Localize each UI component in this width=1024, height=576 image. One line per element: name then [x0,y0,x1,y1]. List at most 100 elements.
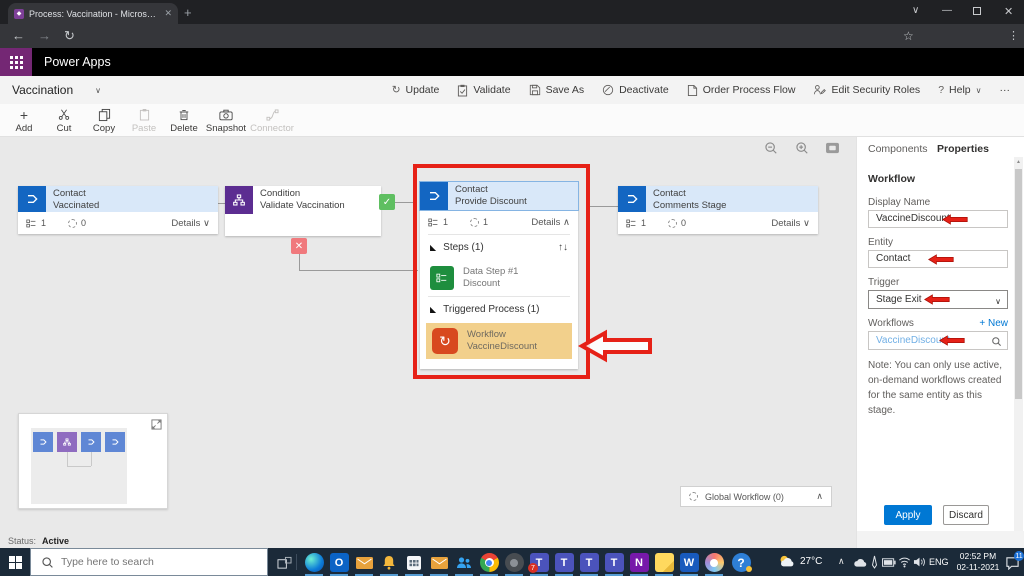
panel-scrollbar[interactable]: ▲ [1014,157,1023,542]
temperature-label[interactable]: 27°C [800,556,822,567]
stage-icon [618,186,646,212]
task-view-button[interactable] [272,549,296,576]
new-workflow-link[interactable]: + New [979,318,1008,329]
chrome-icon [480,553,499,572]
update-button[interactable]: ↻Update [392,84,440,96]
taskbar-search[interactable] [30,548,268,576]
deactivate-button[interactable]: Deactivate [602,84,669,96]
zoom-out-icon[interactable] [764,141,778,155]
minimap-condition [57,432,77,452]
chevron-up-icon[interactable]: ∧ [816,491,823,502]
annotation-arrow-display-name [942,214,968,225]
forward-button[interactable]: → [38,28,51,43]
window-chevron-icon[interactable]: ∨ [912,5,919,16]
browser-menu-icon[interactable]: ⋮ [1008,29,1019,42]
onenote-icon: N [630,553,649,572]
annotation-arrow-entity [928,254,954,265]
pen-icon[interactable] [870,555,879,569]
bookmark-star-icon[interactable]: ☆ [903,29,914,43]
taskbar-mail-2[interactable] [427,549,451,576]
new-tab-button[interactable]: + [184,5,192,20]
taskbar-word[interactable]: W [677,549,701,576]
taskbar-edge[interactable] [302,549,326,576]
wifi-icon[interactable] [898,556,911,568]
taskbar-calendar[interactable] [402,549,426,576]
window-minimize-button[interactable]: — [942,5,952,16]
details-toggle[interactable]: Details ∨ [771,218,810,229]
snapshot-button[interactable]: Snapshot [204,105,248,134]
add-button[interactable]: +Add [4,105,44,134]
window-maximize-button[interactable] [973,7,981,15]
workflow-lookup-input[interactable]: VaccineDiscount [868,331,1008,350]
details-toggle[interactable]: Details ∨ [171,218,210,229]
battery-icon[interactable] [882,558,896,567]
process-switcher[interactable]: Vaccination ∨ [12,76,101,104]
connector-line [590,206,618,207]
order-process-flow-button[interactable]: Order Process Flow [687,84,796,97]
powerapps-header [0,48,1024,76]
browser-tab[interactable]: ◆ Process: Vaccination - Microsoft | ✕ [8,3,178,24]
taskbar-people[interactable] [452,549,476,576]
validate-button[interactable]: Validate [457,84,510,97]
tab-close-icon[interactable]: ✕ [164,8,172,19]
status-value: Active [42,536,69,546]
more-commands-button[interactable]: ··· [1000,84,1011,96]
taskbar-notifications[interactable] [377,549,401,576]
waffle-menu-button[interactable] [0,48,32,76]
back-button[interactable]: ← [12,28,25,43]
taskbar-sticky-notes[interactable] [652,549,676,576]
cut-button[interactable]: Cut [44,105,84,134]
taskbar-chrome[interactable] [477,549,501,576]
global-workflow-bar[interactable]: Global Workflow (0) ∧ [680,486,832,507]
steps-count-icon [26,218,37,229]
taskbar-teams-3[interactable]: T [577,549,601,576]
display-name-input[interactable]: VaccineDiscount [868,210,1008,228]
taskbar-outlook[interactable]: O [327,549,351,576]
tray-chevron-up-icon[interactable]: ∧ [838,556,845,567]
taskbar-teams-4[interactable]: T [602,549,626,576]
delete-button[interactable]: Delete [164,105,204,134]
taskbar-teams-1[interactable]: T7 [527,549,551,576]
zoom-in-icon[interactable] [795,141,809,155]
scroll-up-icon[interactable]: ▲ [1014,157,1023,165]
tab-properties[interactable]: Properties [937,143,989,155]
minimap[interactable] [18,413,168,509]
apply-button[interactable]: Apply [884,505,932,525]
edit-security-roles-button[interactable]: Edit Security Roles [813,84,920,96]
save-as-button[interactable]: Save As [529,84,585,96]
help-button[interactable]: ?Help∨ [938,84,981,96]
teams-icon: T [580,553,599,572]
action-center-button[interactable]: 11 [1000,549,1024,576]
weather-icon[interactable] [778,554,796,568]
word-icon: W [680,553,699,572]
discard-button[interactable]: Discard [943,505,989,525]
flow-count-icon [68,219,77,228]
taskbar-search-input[interactable] [61,556,241,568]
minimap-expand-icon[interactable] [151,419,162,430]
taskbar-mail[interactable] [352,549,376,576]
scrollbar-thumb[interactable] [1015,169,1022,399]
taskbar-paint[interactable] [702,549,726,576]
stage-condition-validate-vaccination[interactable]: ConditionValidate Vaccination [225,186,381,236]
clock[interactable]: 02:52 PM 02-11-2021 [952,551,1004,574]
taskbar-help[interactable]: ? [729,549,753,576]
speaker-icon[interactable] [913,556,926,568]
stage-contact-vaccinated[interactable]: ContactVaccinated 1 0 Details ∨ [18,186,218,234]
window-close-button[interactable]: ✕ [1004,5,1013,18]
onedrive-icon[interactable] [853,557,868,568]
taskbar-separator [296,554,297,570]
fit-to-screen-icon[interactable] [825,142,840,154]
taskbar-onenote[interactable]: N [627,549,651,576]
tab-components[interactable]: Components [868,143,928,155]
annotation-rectangle [413,164,590,379]
sticky-notes-icon [655,553,674,572]
reload-button[interactable]: ↻ [64,28,75,44]
taskbar-teams-2[interactable]: T [552,549,576,576]
start-button[interactable] [0,548,30,576]
minimap-stage [33,432,53,452]
stage-contact-comments-stage[interactable]: ContactComments Stage 1 0 Details ∨ [618,186,818,234]
language-label[interactable]: ENG [929,557,949,567]
copy-button[interactable]: Copy [84,105,124,134]
flow-count: 0 [681,218,686,228]
taskbar-chrome-incognito[interactable] [502,549,526,576]
